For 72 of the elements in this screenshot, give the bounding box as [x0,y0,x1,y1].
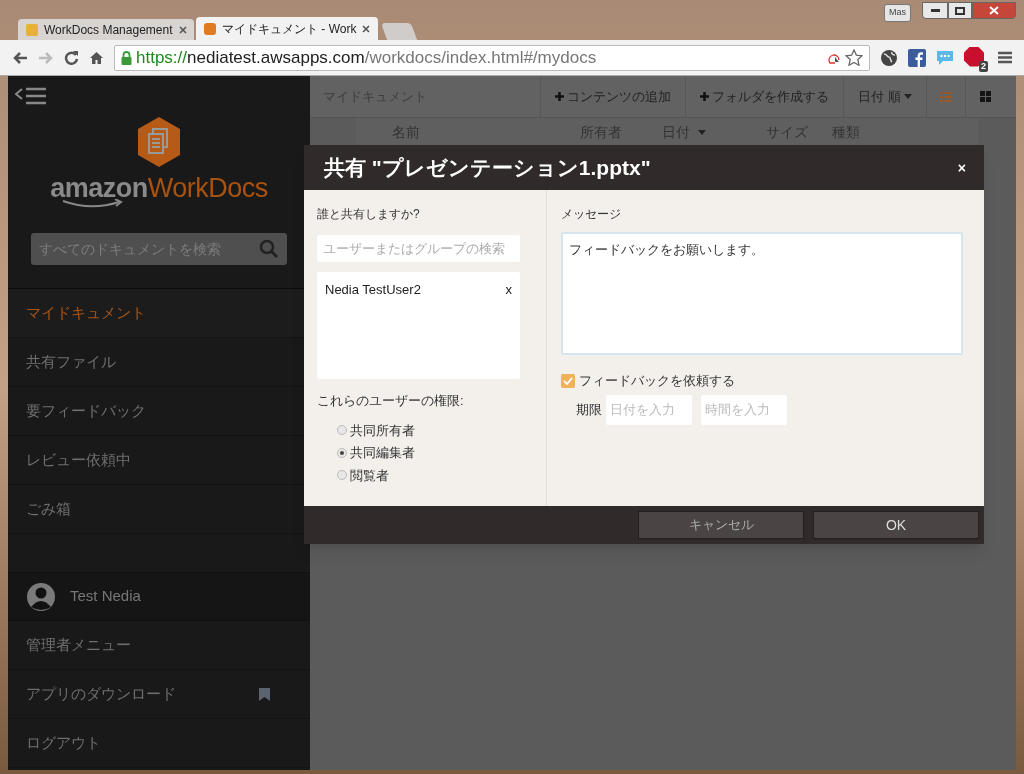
smile-arrow-icon [62,199,125,209]
toolbar-button[interactable]: フォルダを作成する [685,76,844,117]
tab-title: WorkDocs Management [44,21,173,39]
logo-text: WorkDocs [147,173,268,203]
checkbox-label[interactable]: フィードバックを依頼する [579,371,735,391]
star-icon[interactable] [845,49,863,66]
cast-icon[interactable] [825,51,841,64]
back-icon[interactable] [12,50,28,65]
documents-logo-icon [136,116,182,168]
checkbox[interactable] [561,373,575,388]
menu-item-label: ログアウト [26,732,102,753]
remove-button[interactable]: x [505,280,512,300]
facebook-icon[interactable] [908,48,926,67]
close-button[interactable]: × [957,160,966,175]
user-name: Test Nedia [70,586,141,607]
avatar-icon [26,581,56,612]
deadline-label: 期限 [576,400,602,419]
message-label: メッセージ [561,206,622,223]
adblock-icon[interactable] [964,46,984,67]
maximize-button[interactable] [948,2,972,19]
ok-button[interactable]: OK [813,511,979,539]
close-tab-icon[interactable] [362,24,371,33]
tab-title: マイドキュメント - Work [222,20,357,38]
url-scheme: https:// [136,47,188,67]
logo-text: amazon [50,173,148,203]
plus-icon [700,92,710,101]
url-host: nediatest.awsapps.com [187,47,365,67]
plus-icon [555,92,565,101]
cancel-button[interactable]: キャンセル [638,511,804,539]
message-field[interactable]: フィードバックをお願いします。 [561,232,963,355]
reload-icon[interactable] [64,50,79,65]
radio-button[interactable] [337,447,347,458]
lock-icon [121,50,132,65]
menu-item-label: 管理者メニュー [26,634,132,655]
minimize-button[interactable] [922,2,948,19]
minimize-icon [930,9,940,12]
user-search-field[interactable]: ユーザーまたはグループの検索 [317,235,520,262]
radio-button[interactable] [337,425,347,436]
count-badge: 2 [979,60,988,72]
list-icon [940,91,952,102]
share-with-label: 誰と共有しますか? [317,206,421,223]
toolbar-button[interactable]: コンテンツの追加 [540,76,686,117]
permissions-label: これらのユーザーの権限: [317,392,465,410]
home-icon[interactable] [89,50,104,65]
close-tab-icon[interactable] [178,25,187,34]
favicon-icon [204,22,216,35]
close-icon [989,6,999,15]
grid-icon [979,91,991,102]
favicon-icon [26,23,38,36]
sort-dropdown[interactable]: 日付 順 [843,76,926,117]
caret-icon [904,94,912,99]
address-field[interactable]: https://nediatest.awsapps.com/workdocs/index.html#/mydocs [114,44,870,71]
bookmark-icon [259,687,270,701]
maximize-icon [955,6,965,15]
recipient-name: Nedia TestUser2 [325,281,421,299]
radio-label[interactable]: 共同所有者 [350,420,415,440]
radio-label[interactable]: 共同編集者 [350,443,415,463]
close-button[interactable] [972,2,1016,19]
dialog-title: 共有 "プレゼンテーション1.pptx" [324,154,651,181]
date-field[interactable]: 日付を入力 [606,394,692,425]
browser-tab[interactable]: マイドキュメント - Work [196,17,379,40]
collapse-menu-icon[interactable] [14,86,48,106]
profile-badge[interactable]: Mas [884,4,911,22]
time-field[interactable]: 時間を入力 [701,394,787,425]
browser-tab[interactable]: WorkDocs Management [18,19,194,40]
menu-icon[interactable] [998,51,1012,64]
user-row[interactable]: Test Nedia [8,572,310,621]
radio-button[interactable] [337,470,347,481]
menu-item-label: アプリのダウンロード [26,683,177,704]
url-path: /workdocs/index.html#/mydocs [364,47,597,67]
globe-icon[interactable] [880,48,898,67]
radio-label[interactable]: 閲覧者 [350,465,389,485]
